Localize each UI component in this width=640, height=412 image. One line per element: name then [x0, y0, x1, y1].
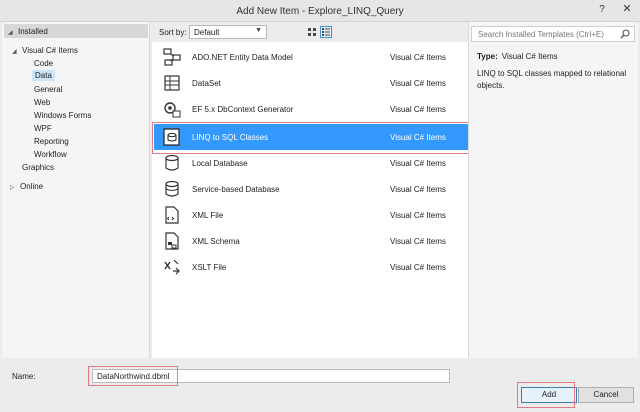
tree-item-visual-cs[interactable]: ◢ Visual C# Items	[12, 46, 78, 55]
template-item-xml-file[interactable]: XML File Visual C# Items	[154, 202, 468, 228]
name-label: Name:	[12, 372, 36, 381]
tree-item-code[interactable]: Code	[34, 59, 53, 68]
tree-item-online[interactable]: ▷ Online	[10, 182, 43, 191]
template-list: ADO.NET Entity Data Model Visual C# Item…	[152, 42, 468, 358]
collapse-arrow-icon[interactable]: ◢	[8, 29, 18, 36]
help-button[interactable]: ?	[596, 4, 608, 16]
template-item-ef-generator[interactable]: EF 5.x DbContext Generator Visual C# Ite…	[154, 96, 468, 122]
template-description: LINQ to SQL classes mapped to relational…	[477, 69, 627, 90]
template-item-entity-model[interactable]: ADO.NET Entity Data Model Visual C# Item…	[154, 44, 468, 70]
tree-item-graphics[interactable]: Graphics	[22, 163, 54, 172]
entity-model-icon	[163, 48, 181, 66]
ef-generator-icon	[164, 102, 181, 118]
tree-item-windows-forms[interactable]: Windows Forms	[34, 111, 91, 120]
close-button[interactable]: ✕	[614, 0, 640, 18]
type-label: Type:	[477, 52, 498, 61]
dataset-icon	[164, 75, 180, 91]
sort-label: Sort by:	[159, 28, 187, 37]
selection-highlight-box	[152, 122, 470, 154]
tree-item-web[interactable]: Web	[34, 98, 50, 107]
service-database-icon	[165, 180, 179, 197]
search-icon[interactable]	[620, 29, 630, 39]
sort-value: Default	[194, 28, 220, 37]
collapse-arrow-icon[interactable]: ◢	[12, 48, 22, 55]
name-highlight-box	[88, 366, 178, 386]
type-value: Visual C# Items	[501, 52, 558, 61]
template-item-service-database[interactable]: Service-based Database Visual C# Items	[154, 176, 468, 202]
tree-item-general[interactable]: General	[34, 85, 62, 94]
sort-dropdown[interactable]: Default ▼	[189, 25, 267, 39]
chevron-down-icon: ▼	[255, 27, 262, 34]
category-tree: ◢ Installed ◢ Visual C# Items Code Data Ge…	[2, 22, 150, 358]
expand-arrow-icon[interactable]: ▷	[10, 184, 20, 191]
xml-file-icon	[165, 206, 179, 224]
grid-view-icon	[308, 28, 316, 36]
tree-item-installed[interactable]: ◢ Installed	[8, 27, 48, 36]
title-bar: Add New Item - Explore_LINQ_Query ? ✕	[0, 0, 640, 22]
details-view-button[interactable]	[320, 26, 332, 38]
list-view-icon	[322, 28, 330, 36]
search-input[interactable]: Search Installed Templates (Ctrl+E)	[471, 26, 635, 42]
template-item-dataset[interactable]: DataSet Visual C# Items	[154, 70, 468, 96]
type-line: Type: Visual C# Items	[477, 52, 558, 61]
template-item-xslt-file[interactable]: XSLT File Visual C# Items	[154, 254, 468, 280]
search-placeholder: Search Installed Templates (Ctrl+E)	[478, 30, 604, 39]
tree-item-wpf[interactable]: WPF	[34, 124, 52, 133]
add-highlight-box	[517, 382, 575, 408]
local-database-icon	[165, 154, 179, 171]
window-title: Add New Item - Explore_LINQ_Query	[236, 6, 404, 17]
details-pane: Search Installed Templates (Ctrl+E) Type…	[468, 22, 638, 358]
xslt-file-icon	[164, 259, 180, 275]
xml-schema-icon	[165, 232, 179, 250]
footer-bar: Name: DataNorthwind.dbml Add Cancel	[0, 358, 640, 412]
sort-toolbar: Sort by: Default ▼	[152, 22, 464, 42]
template-item-xml-schema[interactable]: XML Schema Visual C# Items	[154, 228, 468, 254]
cancel-button[interactable]: Cancel	[578, 387, 634, 403]
medium-icons-view-button[interactable]	[306, 26, 318, 38]
tree-item-workflow[interactable]: Workflow	[34, 150, 67, 159]
tree-item-data[interactable]: Data	[32, 70, 55, 81]
tree-item-reporting[interactable]: Reporting	[34, 137, 69, 146]
